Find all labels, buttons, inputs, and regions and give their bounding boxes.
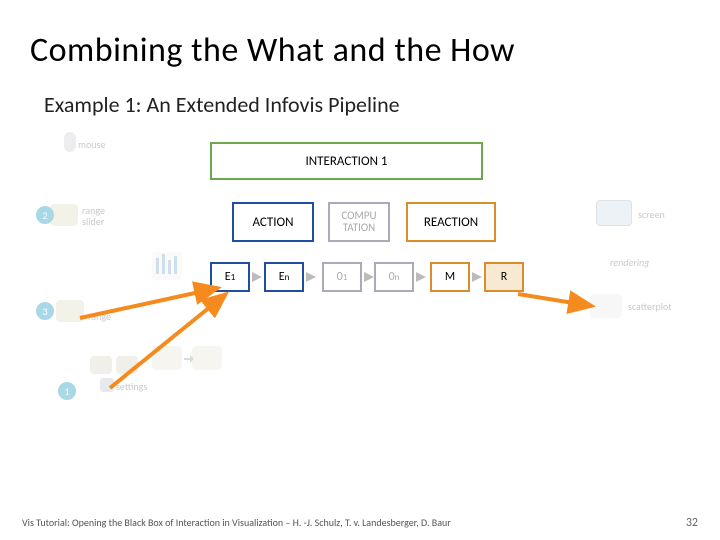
footer: Vis Tutorial: Opening the Black Box of I…: [22, 516, 698, 530]
orange-arrows: [44, 132, 684, 412]
page-number: 32: [686, 516, 698, 530]
overlay: INTERACTION 1 ACTION COMPU TATION REACTI…: [44, 132, 684, 412]
slide-title: Combining the What and the How: [0, 0, 720, 81]
slide-subtitle: Example 1: An Extended Infovis Pipeline: [0, 81, 720, 132]
diagram: mouse range slider 2 range 3 settings 1 …: [44, 132, 684, 412]
footer-credit: Vis Tutorial: Opening the Black Box of I…: [22, 516, 451, 529]
